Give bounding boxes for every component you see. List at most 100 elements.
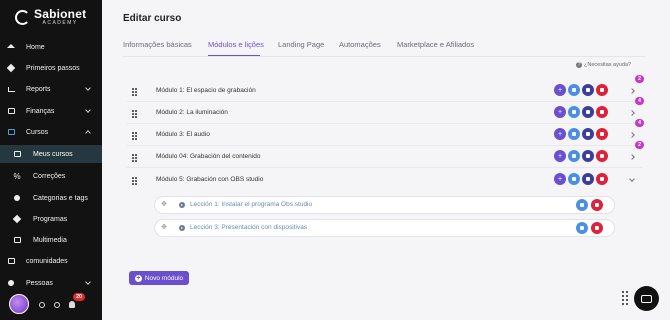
- add-lesson-button[interactable]: +: [554, 173, 566, 185]
- chevron-right-icon[interactable]: [629, 132, 635, 138]
- sidebar-item-primeiros-passos[interactable]: Primeiros passos: [0, 59, 102, 77]
- lock-button[interactable]: [582, 84, 594, 96]
- tags-icon: [13, 194, 21, 202]
- module-row[interactable]: Módulo 04: Grabación del contenido + 2: [127, 141, 644, 168]
- question-icon: ?: [576, 62, 582, 68]
- delete-button[interactable]: [596, 173, 608, 185]
- notification-badge: 20: [73, 293, 86, 301]
- chevron-down-icon: [85, 107, 91, 113]
- delete-lesson-button[interactable]: [591, 222, 603, 234]
- add-lesson-button[interactable]: +: [554, 84, 566, 96]
- add-lesson-button[interactable]: +: [554, 106, 566, 118]
- edit-lesson-button[interactable]: [576, 222, 588, 234]
- sidebar-item-programas[interactable]: Programas: [0, 210, 102, 228]
- drag-handle-icon[interactable]: [132, 132, 137, 140]
- help-link[interactable]: ? ¿Necesitas ayuda?: [576, 62, 631, 68]
- lesson-count-badge: 4: [635, 97, 644, 105]
- settings-icon[interactable]: [39, 302, 45, 308]
- layers-icon: [12, 214, 22, 224]
- chevron-right-icon[interactable]: [629, 110, 635, 116]
- sidebar-item-multimedia[interactable]: Multimedia: [0, 231, 102, 249]
- courses-icon: [7, 128, 15, 136]
- community-icon: [7, 257, 15, 265]
- lesson-item[interactable]: ✥ Lección 3: Presentación con dispositiv…: [154, 219, 615, 237]
- chevron-down-icon: [85, 279, 91, 285]
- brand-name: Sabionet: [34, 7, 87, 21]
- drag-handle-icon[interactable]: [132, 88, 137, 96]
- grip-icon[interactable]: [622, 291, 630, 307]
- lock-button[interactable]: [582, 150, 594, 162]
- sidebar-item-correcoes[interactable]: % Correções: [0, 167, 102, 185]
- help-icon[interactable]: [54, 302, 60, 308]
- lock-button[interactable]: [582, 106, 594, 118]
- lock-button[interactable]: [582, 128, 594, 140]
- bell-icon[interactable]: [69, 301, 75, 308]
- lesson-item[interactable]: ✥ Lección 1: Instalar el programa Obs st…: [154, 196, 615, 214]
- sidebar-item-meus-cursos[interactable]: Meus cursos: [0, 145, 102, 163]
- module-row[interactable]: Módulo 3: El audio + 4: [127, 119, 644, 146]
- sidebar: Sabionet ACADEMY Home Primeiros passos R…: [0, 0, 102, 320]
- module-title: Módulo 3: El audio: [156, 131, 210, 138]
- module-title: Módulo 04: Grabación del contenido: [156, 153, 261, 160]
- edit-button[interactable]: [568, 150, 580, 162]
- delete-button[interactable]: [596, 106, 608, 118]
- delete-button[interactable]: [596, 84, 608, 96]
- chevron-right-icon[interactable]: [629, 88, 635, 94]
- tab-marketplace-e-afiliados[interactable]: Marketplace e Afiliados: [397, 40, 474, 49]
- sidebar-item-reports[interactable]: Reports: [0, 80, 102, 98]
- add-lesson-button[interactable]: +: [554, 150, 566, 162]
- logo[interactable]: Sabionet ACADEMY: [15, 8, 86, 26]
- home-icon: [7, 43, 15, 51]
- sidebar-item-financas[interactable]: Finanças: [0, 102, 102, 120]
- move-icon[interactable]: ✥: [160, 224, 168, 232]
- drag-handle-icon[interactable]: [132, 154, 137, 162]
- move-icon[interactable]: ✥: [160, 201, 168, 209]
- module-row[interactable]: Módulo 5: Grabación con OBS studio +: [127, 169, 642, 191]
- module-row[interactable]: Módulo 1: El espacio de grabación + 2: [127, 75, 644, 102]
- edit-button[interactable]: [568, 84, 580, 96]
- edit-button[interactable]: [568, 106, 580, 118]
- delete-button[interactable]: [596, 150, 608, 162]
- lesson-count-badge: 2: [635, 75, 644, 83]
- drag-handle-icon[interactable]: [132, 177, 137, 185]
- tab-automacoes[interactable]: Automações: [339, 40, 381, 49]
- sidebar-item-categorias-e-tags[interactable]: Categorias e tags: [0, 189, 102, 207]
- add-lesson-button[interactable]: +: [554, 128, 566, 140]
- rocket-icon: [6, 63, 16, 73]
- tab-landing-page[interactable]: Landing Page: [278, 40, 324, 49]
- lesson-title: Lección 1: Instalar el programa Obs stud…: [190, 201, 313, 208]
- drag-handle-icon[interactable]: [132, 110, 137, 118]
- delete-lesson-button[interactable]: [591, 199, 603, 211]
- new-module-button[interactable]: + Novo módulo: [129, 271, 189, 285]
- money-icon: [7, 107, 15, 115]
- media-icon: [13, 236, 21, 244]
- chevron-down-icon[interactable]: [629, 176, 635, 182]
- play-icon: [179, 225, 185, 231]
- play-icon: [179, 202, 185, 208]
- edit-button[interactable]: [568, 173, 580, 185]
- tabs-divider: [123, 56, 645, 57]
- percent-icon: %: [13, 171, 21, 181]
- chat-icon: [641, 294, 652, 303]
- tab-modulos-e-licoes[interactable]: Módulos e lições: [208, 40, 264, 49]
- lesson-count-badge: 2: [635, 141, 644, 149]
- tab-informacoes-basicas[interactable]: Informações básicas: [123, 40, 192, 49]
- chevron-right-icon[interactable]: [629, 154, 635, 160]
- page-title: Editar curso: [123, 13, 182, 24]
- sidebar-item-cursos[interactable]: Cursos: [0, 123, 102, 141]
- sidebar-item-comunidades[interactable]: comunidades: [0, 252, 102, 270]
- sidebar-footer: 20: [0, 290, 102, 320]
- delete-button[interactable]: [596, 128, 608, 140]
- sidebar-item-home[interactable]: Home: [0, 38, 102, 56]
- plus-circle-icon: +: [134, 274, 142, 282]
- avatar[interactable]: [9, 294, 29, 314]
- edit-button[interactable]: [568, 128, 580, 140]
- lock-button[interactable]: [582, 173, 594, 185]
- module-title: Módulo 5: Grabación con OBS studio: [156, 176, 264, 183]
- chevron-down-icon: [85, 85, 91, 91]
- edit-lesson-button[interactable]: [576, 199, 588, 211]
- module-row[interactable]: Módulo 2: La iluminación + 4: [127, 97, 644, 124]
- module-title: Módulo 2: La iluminación: [156, 109, 228, 116]
- chat-button[interactable]: [634, 286, 659, 311]
- chevron-up-icon: [85, 130, 91, 136]
